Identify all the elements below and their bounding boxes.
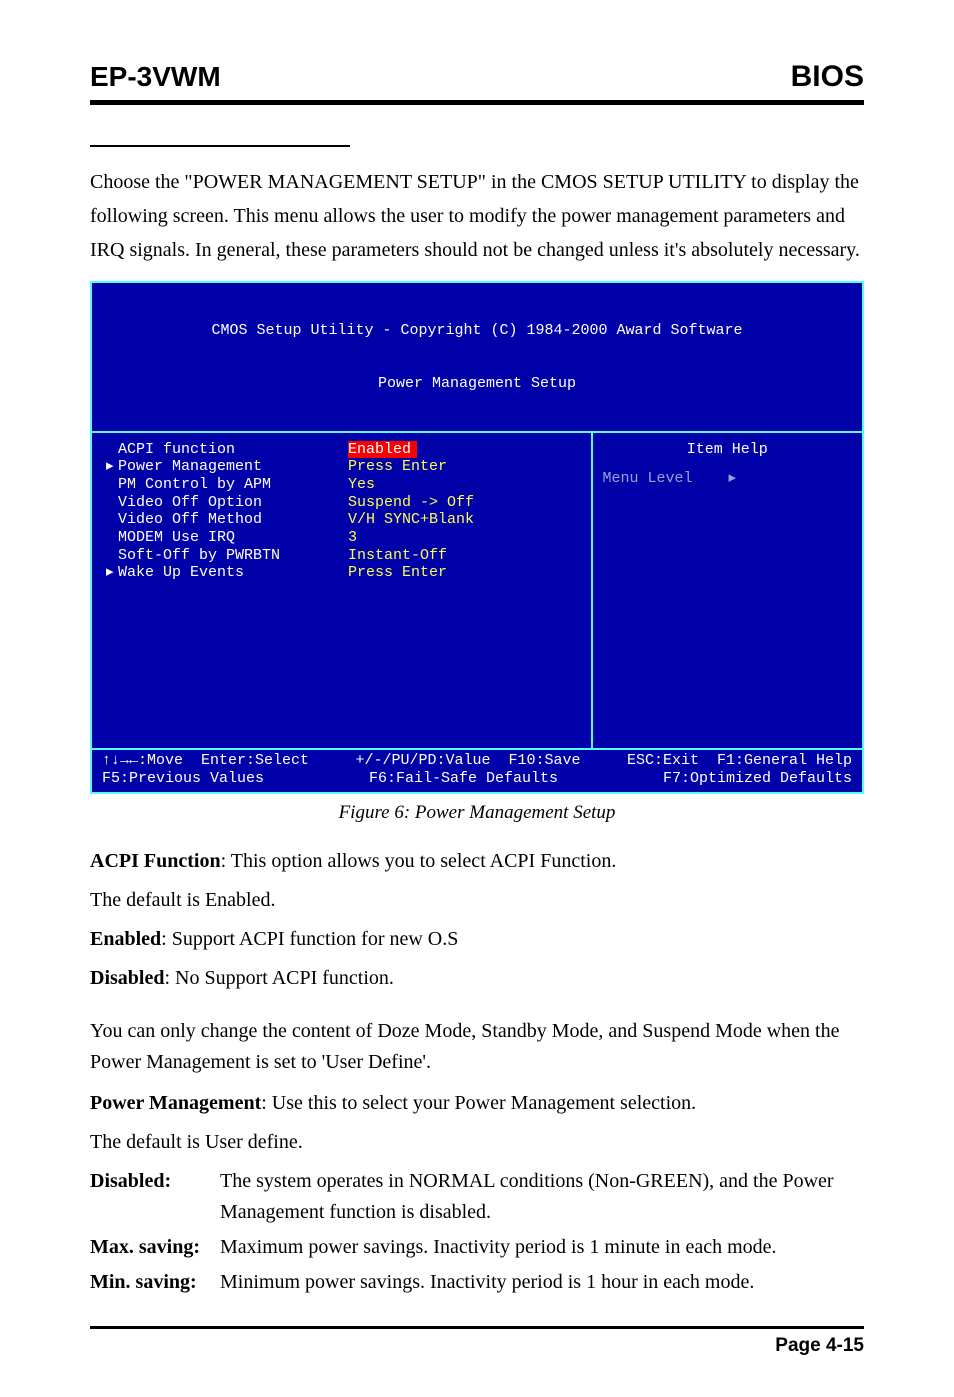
def-body: Minimum power savings. Inactivity period… bbox=[220, 1267, 864, 1298]
row-label: PM Control by APM bbox=[118, 476, 348, 494]
page-header: EP-3VWM BIOS bbox=[90, 60, 864, 94]
def-body: The system operates in NORMAL conditions… bbox=[220, 1166, 864, 1228]
row-value[interactable]: Press Enter bbox=[348, 564, 447, 582]
footer-prev-values: F5:Previous Values bbox=[102, 770, 264, 788]
enabled-desc: : Support ACPI function for new O.S bbox=[161, 928, 458, 950]
row-value[interactable]: Press Enter bbox=[348, 458, 447, 476]
footer-rule bbox=[90, 1326, 864, 1329]
header-section: BIOS bbox=[791, 60, 864, 94]
acpi-default: The default is Enabled. bbox=[90, 885, 864, 916]
bios-title-line2: Power Management Setup bbox=[92, 375, 862, 393]
bios-row-soft-off[interactable]: Soft-Off by PWRBTN Instant-Off bbox=[106, 547, 583, 565]
disabled-desc: : No Support ACPI function. bbox=[164, 967, 393, 989]
bios-settings-panel: ACPI function Enabled ▸ Power Management… bbox=[92, 433, 593, 748]
section-title-underline bbox=[90, 135, 350, 147]
intro-paragraph: Choose the "POWER MANAGEMENT SETUP" in t… bbox=[90, 165, 864, 267]
footer-failsafe: F6:Fail-Safe Defaults bbox=[369, 770, 558, 788]
bios-help-panel: Item Help Menu Level ▸ bbox=[593, 433, 863, 748]
bios-row-power-management[interactable]: ▸ Power Management Press Enter bbox=[106, 458, 583, 476]
pm-desc: : Use this to select your Power Manageme… bbox=[261, 1092, 696, 1114]
row-marker bbox=[106, 511, 118, 529]
row-value[interactable]: Instant-Off bbox=[348, 547, 447, 565]
user-define-note: You can only change the content of Doze … bbox=[90, 1016, 864, 1078]
row-value[interactable]: Enabled bbox=[348, 441, 417, 459]
pm-label: Power Management bbox=[90, 1092, 261, 1114]
row-label: MODEM Use IRQ bbox=[118, 529, 348, 547]
pm-default: The default is User define. bbox=[90, 1127, 864, 1158]
row-label: ACPI function bbox=[118, 441, 348, 459]
row-label: Video Off Option bbox=[118, 494, 348, 512]
footer-value-save: +/-/PU/PD:Value F10:Save bbox=[355, 752, 580, 770]
acpi-label: ACPI Function bbox=[90, 850, 221, 872]
bios-row-acpi[interactable]: ACPI function Enabled bbox=[106, 441, 583, 459]
row-label: Video Off Method bbox=[118, 511, 348, 529]
row-marker bbox=[106, 494, 118, 512]
figure-caption: Figure 6: Power Management Setup bbox=[90, 802, 864, 824]
def-term: Disabled: bbox=[90, 1166, 220, 1228]
row-marker bbox=[106, 441, 118, 459]
bios-screen: CMOS Setup Utility - Copyright (C) 1984-… bbox=[90, 281, 864, 794]
row-marker bbox=[106, 547, 118, 565]
row-label: Power Management bbox=[118, 458, 348, 476]
bios-title: CMOS Setup Utility - Copyright (C) 1984-… bbox=[92, 283, 862, 431]
disabled-label: Disabled bbox=[90, 967, 164, 989]
pm-def-disabled: Disabled: The system operates in NORMAL … bbox=[90, 1166, 864, 1228]
page-number: Page 4-15 bbox=[90, 1335, 864, 1357]
row-marker: ▸ bbox=[106, 564, 118, 582]
row-marker bbox=[106, 476, 118, 494]
bios-footer: ↑↓→←:Move Enter:Select +/-/PU/PD:Value F… bbox=[92, 750, 862, 792]
row-label: Wake Up Events bbox=[118, 564, 348, 582]
enabled-label: Enabled bbox=[90, 928, 161, 950]
bios-row-pm-control[interactable]: PM Control by APM Yes bbox=[106, 476, 583, 494]
footer-exit-help: ESC:Exit F1:General Help bbox=[627, 752, 852, 770]
def-term: Max. saving: bbox=[90, 1232, 220, 1263]
pm-def-max-saving: Max. saving: Maximum power savings. Inac… bbox=[90, 1232, 864, 1263]
def-term: Min. saving: bbox=[90, 1267, 220, 1298]
header-rule bbox=[90, 100, 864, 105]
acpi-function-heading: ACPI Function: This option allows you to… bbox=[90, 846, 864, 877]
pm-heading: Power Management: Use this to select you… bbox=[90, 1088, 864, 1119]
acpi-enabled-line: Enabled: Support ACPI function for new O… bbox=[90, 924, 864, 955]
row-value[interactable]: 3 bbox=[348, 529, 357, 547]
footer-optimized: F7:Optimized Defaults bbox=[663, 770, 852, 788]
row-value[interactable]: V/H SYNC+Blank bbox=[348, 511, 474, 529]
bios-title-line1: CMOS Setup Utility - Copyright (C) 1984-… bbox=[92, 322, 862, 340]
bios-row-wake-up[interactable]: ▸ Wake Up Events Press Enter bbox=[106, 564, 583, 582]
bios-row-video-off-method[interactable]: Video Off Method V/H SYNC+Blank bbox=[106, 511, 583, 529]
acpi-desc: : This option allows you to select ACPI … bbox=[221, 850, 617, 872]
header-model: EP-3VWM bbox=[90, 61, 221, 93]
row-marker bbox=[106, 529, 118, 547]
item-help-title: Item Help bbox=[603, 441, 853, 459]
row-value[interactable]: Suspend -> Off bbox=[348, 494, 474, 512]
def-body: Maximum power savings. Inactivity period… bbox=[220, 1232, 864, 1263]
footer-move-select: ↑↓→←:Move Enter:Select bbox=[102, 752, 309, 770]
acpi-disabled-line: Disabled: No Support ACPI function. bbox=[90, 963, 864, 994]
row-value[interactable]: Yes bbox=[348, 476, 375, 494]
bios-row-video-off-option[interactable]: Video Off Option Suspend -> Off bbox=[106, 494, 583, 512]
pm-def-min-saving: Min. saving: Minimum power savings. Inac… bbox=[90, 1267, 864, 1298]
row-marker: ▸ bbox=[106, 458, 118, 476]
row-label: Soft-Off by PWRBTN bbox=[118, 547, 348, 565]
bios-row-modem-irq[interactable]: MODEM Use IRQ 3 bbox=[106, 529, 583, 547]
menu-level: Menu Level ▸ bbox=[603, 470, 853, 488]
